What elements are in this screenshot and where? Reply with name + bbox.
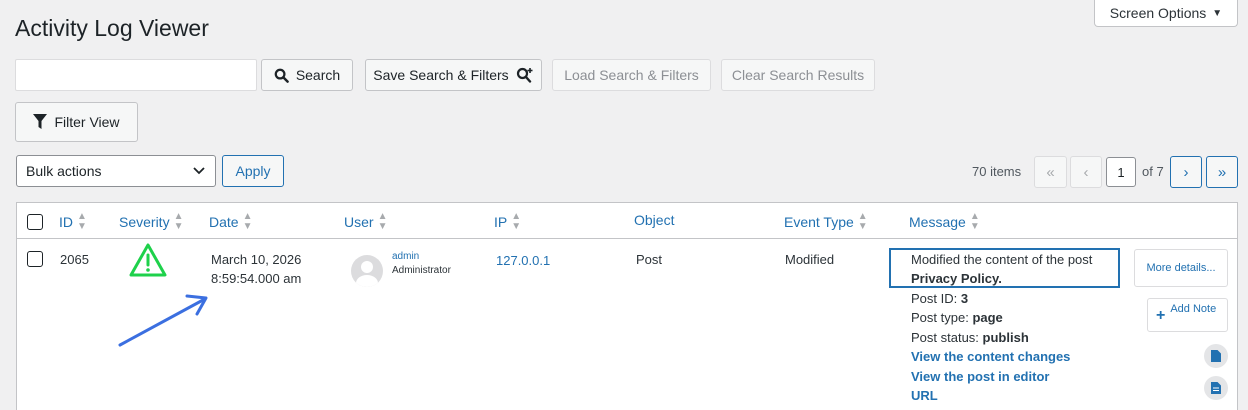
add-note-button[interactable]: + Add Note	[1147, 298, 1228, 332]
column-header-label: Object	[634, 212, 675, 228]
sort-icon: ▲ ▼	[511, 211, 522, 232]
filter-view-button[interactable]: Filter View	[15, 102, 138, 142]
search-button[interactable]: Search	[261, 59, 353, 91]
search-icon	[274, 68, 289, 83]
column-header-label: Event Type	[784, 214, 854, 230]
screen-options-button[interactable]: Screen Options ▼	[1094, 0, 1238, 27]
sort-icon: ▲ ▼	[857, 211, 868, 232]
column-header-id[interactable]: ID ▲ ▼	[59, 212, 87, 232]
items-count: 70 items	[972, 164, 1022, 179]
save-search-filters-button[interactable]: Save Search & Filters	[365, 59, 542, 91]
avatar	[351, 255, 383, 287]
document-icon-button[interactable]	[1204, 344, 1228, 368]
select-all-checkbox[interactable]	[27, 214, 43, 230]
clear-search-results-button[interactable]: Clear Search Results	[721, 59, 875, 91]
bulk-actions-value: Bulk actions	[26, 163, 102, 179]
table-header: ID ▲ ▼ Severity ▲ ▼ Date ▲ ▼ User ▲ ▼ IP ▲ ▼ Objec…	[17, 203, 1237, 239]
post-type-value: page	[972, 310, 1003, 325]
load-search-filters-button[interactable]: Load Search & Filters	[552, 59, 711, 91]
column-header-label: Message	[909, 214, 966, 230]
total-pages-label: of 7	[1142, 164, 1164, 179]
search-button-label: Search	[295, 67, 341, 83]
search-input[interactable]	[15, 59, 257, 91]
document-icon	[1211, 350, 1221, 362]
column-header-label: Severity	[119, 214, 170, 230]
page-title: Activity Log Viewer	[15, 15, 209, 41]
document-text-icon-button[interactable]	[1204, 376, 1228, 400]
sort-icon: ▲ ▼	[77, 211, 87, 232]
search-plus-icon	[516, 67, 533, 83]
column-header-severity[interactable]: Severity ▲ ▼	[119, 212, 183, 232]
row-object: Post	[636, 252, 663, 267]
prev-page-button[interactable]: ‹	[1070, 156, 1102, 188]
row-date: March 10, 2026	[211, 252, 302, 267]
message-post-title: Privacy Policy.	[911, 271, 1002, 286]
current-page-input[interactable]: 1	[1106, 157, 1136, 187]
column-header-label: IP	[494, 214, 508, 230]
add-note-label: Add Note	[1170, 303, 1217, 315]
column-header-label: User	[344, 214, 374, 230]
message-post-type: Post type: page	[911, 310, 1003, 325]
apply-button[interactable]: Apply	[222, 155, 284, 187]
row-time: 8:59:54.000 am	[211, 271, 302, 286]
sort-icon: ▲ ▼	[377, 211, 388, 232]
message-post-status: Post status: publish	[911, 330, 1029, 345]
message-text: Modified the content of the post	[911, 252, 1093, 267]
filter-view-label: Filter View	[54, 114, 120, 130]
column-header-label: Date	[209, 214, 239, 230]
post-status-label: Post status:	[911, 330, 979, 345]
sort-icon: ▲ ▼	[969, 211, 980, 232]
column-header-event-type[interactable]: Event Type ▲ ▼	[784, 212, 868, 232]
last-page-button[interactable]: »	[1206, 156, 1238, 188]
column-header-message[interactable]: Message ▲ ▼	[909, 212, 980, 232]
first-page-button[interactable]: «	[1034, 156, 1067, 188]
column-header-user[interactable]: User ▲ ▼	[344, 212, 387, 232]
column-header-date[interactable]: Date ▲ ▼	[209, 212, 252, 232]
filter-icon	[33, 114, 48, 129]
row-event-type: Modified	[785, 252, 835, 267]
view-post-in-editor-link[interactable]: View the post in editor	[911, 369, 1049, 384]
annotation-arrow-icon	[118, 294, 208, 347]
ip-link[interactable]: 127.0.0.1	[496, 253, 550, 268]
user-role: Administrator	[392, 265, 451, 276]
sort-icon: ▲ ▼	[242, 211, 253, 232]
post-status-value: publish	[982, 330, 1029, 345]
post-type-label: Post type:	[911, 310, 969, 325]
url-link[interactable]: URL	[911, 388, 938, 403]
next-page-button[interactable]: ›	[1170, 156, 1202, 188]
post-id-value: 3	[960, 291, 969, 306]
view-content-changes-link[interactable]: View the content changes	[911, 349, 1070, 364]
chevron-down-icon	[193, 167, 205, 175]
warning-icon	[129, 243, 167, 277]
plus-icon: +	[1156, 307, 1166, 324]
column-header-object[interactable]: Object	[634, 212, 674, 228]
more-details-button[interactable]: More details...	[1134, 249, 1228, 287]
message-post-id: Post ID: 3	[911, 291, 968, 306]
save-search-label: Save Search & Filters	[373, 67, 509, 83]
user-name-link[interactable]: admin	[392, 251, 419, 262]
bulk-actions-select[interactable]: Bulk actions	[16, 155, 216, 187]
sort-icon: ▲ ▼	[173, 211, 184, 232]
column-header-label: ID	[59, 214, 73, 230]
screen-options-label: Screen Options	[1109, 5, 1207, 21]
document-text-icon	[1211, 382, 1221, 394]
row-id: 2065	[60, 252, 89, 267]
column-header-ip[interactable]: IP ▲ ▼	[494, 212, 521, 232]
caret-down-icon: ▼	[1212, 7, 1223, 19]
row-checkbox[interactable]	[27, 251, 43, 267]
post-id-label: Post ID:	[911, 291, 958, 306]
